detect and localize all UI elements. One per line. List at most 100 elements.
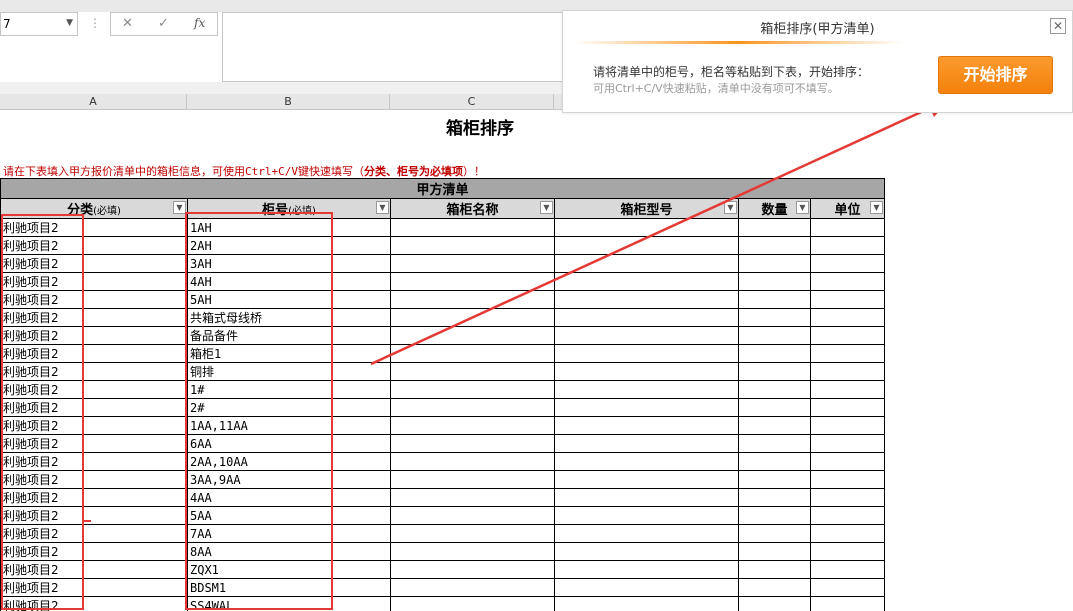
cabinet-model-cell[interactable] <box>554 398 739 417</box>
unit-cell[interactable] <box>810 362 885 381</box>
unit-cell[interactable] <box>810 470 885 489</box>
cabinet-model-cell[interactable] <box>554 578 739 597</box>
function-icon[interactable]: fx <box>194 16 205 30</box>
unit-cell[interactable] <box>810 290 885 309</box>
cabinet-model-cell[interactable] <box>554 542 739 561</box>
unit-cell[interactable] <box>810 380 885 399</box>
quantity-cell[interactable] <box>738 308 811 327</box>
cabinet-model-cell[interactable] <box>554 560 739 579</box>
cabinet-model-cell[interactable] <box>554 380 739 399</box>
chevron-down-icon[interactable]: ▼ <box>66 18 73 28</box>
quantity-cell[interactable] <box>738 524 811 543</box>
unit-cell[interactable] <box>810 524 885 543</box>
quantity-cell[interactable] <box>738 272 811 291</box>
quantity-cell[interactable] <box>738 254 811 273</box>
unit-cell[interactable] <box>810 596 885 611</box>
cabinet-model-cell[interactable] <box>554 524 739 543</box>
column-header-b[interactable]: B <box>187 94 390 110</box>
cabinet-name-cell[interactable] <box>390 218 555 237</box>
unit-cell[interactable] <box>810 254 885 273</box>
quantity-cell[interactable] <box>738 218 811 237</box>
cabinet-model-cell[interactable] <box>554 596 739 611</box>
cabinet-name-cell[interactable] <box>390 398 555 417</box>
cabinet-name-cell[interactable] <box>390 380 555 399</box>
cabinet-name-cell[interactable] <box>390 452 555 471</box>
quantity-cell[interactable] <box>738 344 811 363</box>
cabinet-model-cell[interactable] <box>554 452 739 471</box>
cabinet-model-cell[interactable] <box>554 218 739 237</box>
cabinet-name-cell[interactable] <box>390 560 555 579</box>
unit-cell[interactable] <box>810 452 885 471</box>
formula-input[interactable] <box>222 12 567 82</box>
cabinet-name-cell[interactable] <box>390 344 555 363</box>
enter-icon[interactable]: ✓ <box>158 16 169 31</box>
unit-cell[interactable] <box>810 506 885 525</box>
quantity-cell[interactable] <box>738 560 811 579</box>
unit-cell[interactable] <box>810 488 885 507</box>
cabinet-name-cell[interactable] <box>390 578 555 597</box>
column-header-a[interactable]: A <box>0 94 187 110</box>
cabinet-name-cell[interactable] <box>390 254 555 273</box>
cabinet-model-cell[interactable] <box>554 416 739 435</box>
cabinet-name-cell[interactable] <box>390 326 555 345</box>
cabinet-model-cell[interactable] <box>554 236 739 255</box>
unit-cell[interactable] <box>810 578 885 597</box>
unit-cell[interactable] <box>810 326 885 345</box>
quantity-cell[interactable] <box>738 506 811 525</box>
filter-dropdown-icon[interactable]: ▼ <box>376 201 389 214</box>
quantity-cell[interactable] <box>738 596 811 611</box>
filter-dropdown-icon[interactable]: ▼ <box>796 201 809 214</box>
unit-cell[interactable] <box>810 542 885 561</box>
quantity-cell[interactable] <box>738 542 811 561</box>
unit-cell[interactable] <box>810 434 885 453</box>
cabinet-model-cell[interactable] <box>554 344 739 363</box>
column-header-c[interactable]: C <box>390 94 554 110</box>
more-options-icon[interactable]: ⋮ <box>89 16 101 30</box>
quantity-cell[interactable] <box>738 380 811 399</box>
cancel-icon[interactable]: ✕ <box>122 16 133 31</box>
cabinet-model-cell[interactable] <box>554 506 739 525</box>
cabinet-name-cell[interactable] <box>390 362 555 381</box>
quantity-cell[interactable] <box>738 290 811 309</box>
cabinet-model-cell[interactable] <box>554 254 739 273</box>
cabinet-name-cell[interactable] <box>390 506 555 525</box>
unit-cell[interactable] <box>810 560 885 579</box>
name-box[interactable]: 7 ▼ <box>0 12 78 36</box>
quantity-cell[interactable] <box>738 326 811 345</box>
unit-cell[interactable] <box>810 236 885 255</box>
cabinet-name-cell[interactable] <box>390 596 555 611</box>
unit-cell[interactable] <box>810 218 885 237</box>
filter-dropdown-icon[interactable]: ▼ <box>540 201 553 214</box>
cabinet-name-cell[interactable] <box>390 434 555 453</box>
cabinet-model-cell[interactable] <box>554 308 739 327</box>
unit-cell[interactable] <box>810 344 885 363</box>
cabinet-model-cell[interactable] <box>554 488 739 507</box>
unit-cell[interactable] <box>810 308 885 327</box>
filter-dropdown-icon[interactable]: ▼ <box>870 201 883 214</box>
quantity-cell[interactable] <box>738 452 811 471</box>
cabinet-model-cell[interactable] <box>554 362 739 381</box>
unit-cell[interactable] <box>810 272 885 291</box>
unit-cell[interactable] <box>810 398 885 417</box>
cabinet-name-cell[interactable] <box>390 308 555 327</box>
quantity-cell[interactable] <box>738 362 811 381</box>
cabinet-name-cell[interactable] <box>390 542 555 561</box>
cabinet-name-cell[interactable] <box>390 236 555 255</box>
quantity-cell[interactable] <box>738 236 811 255</box>
quantity-cell[interactable] <box>738 470 811 489</box>
unit-cell[interactable] <box>810 416 885 435</box>
cabinet-model-cell[interactable] <box>554 470 739 489</box>
cabinet-name-cell[interactable] <box>390 272 555 291</box>
cabinet-model-cell[interactable] <box>554 326 739 345</box>
quantity-cell[interactable] <box>738 398 811 417</box>
cabinet-name-cell[interactable] <box>390 416 555 435</box>
cabinet-model-cell[interactable] <box>554 290 739 309</box>
cabinet-name-cell[interactable] <box>390 290 555 309</box>
quantity-cell[interactable] <box>738 488 811 507</box>
quantity-cell[interactable] <box>738 416 811 435</box>
cabinet-name-cell[interactable] <box>390 470 555 489</box>
filter-dropdown-icon[interactable]: ▼ <box>724 201 737 214</box>
quantity-cell[interactable] <box>738 578 811 597</box>
quantity-cell[interactable] <box>738 434 811 453</box>
start-sort-button[interactable]: 开始排序 <box>938 56 1053 94</box>
